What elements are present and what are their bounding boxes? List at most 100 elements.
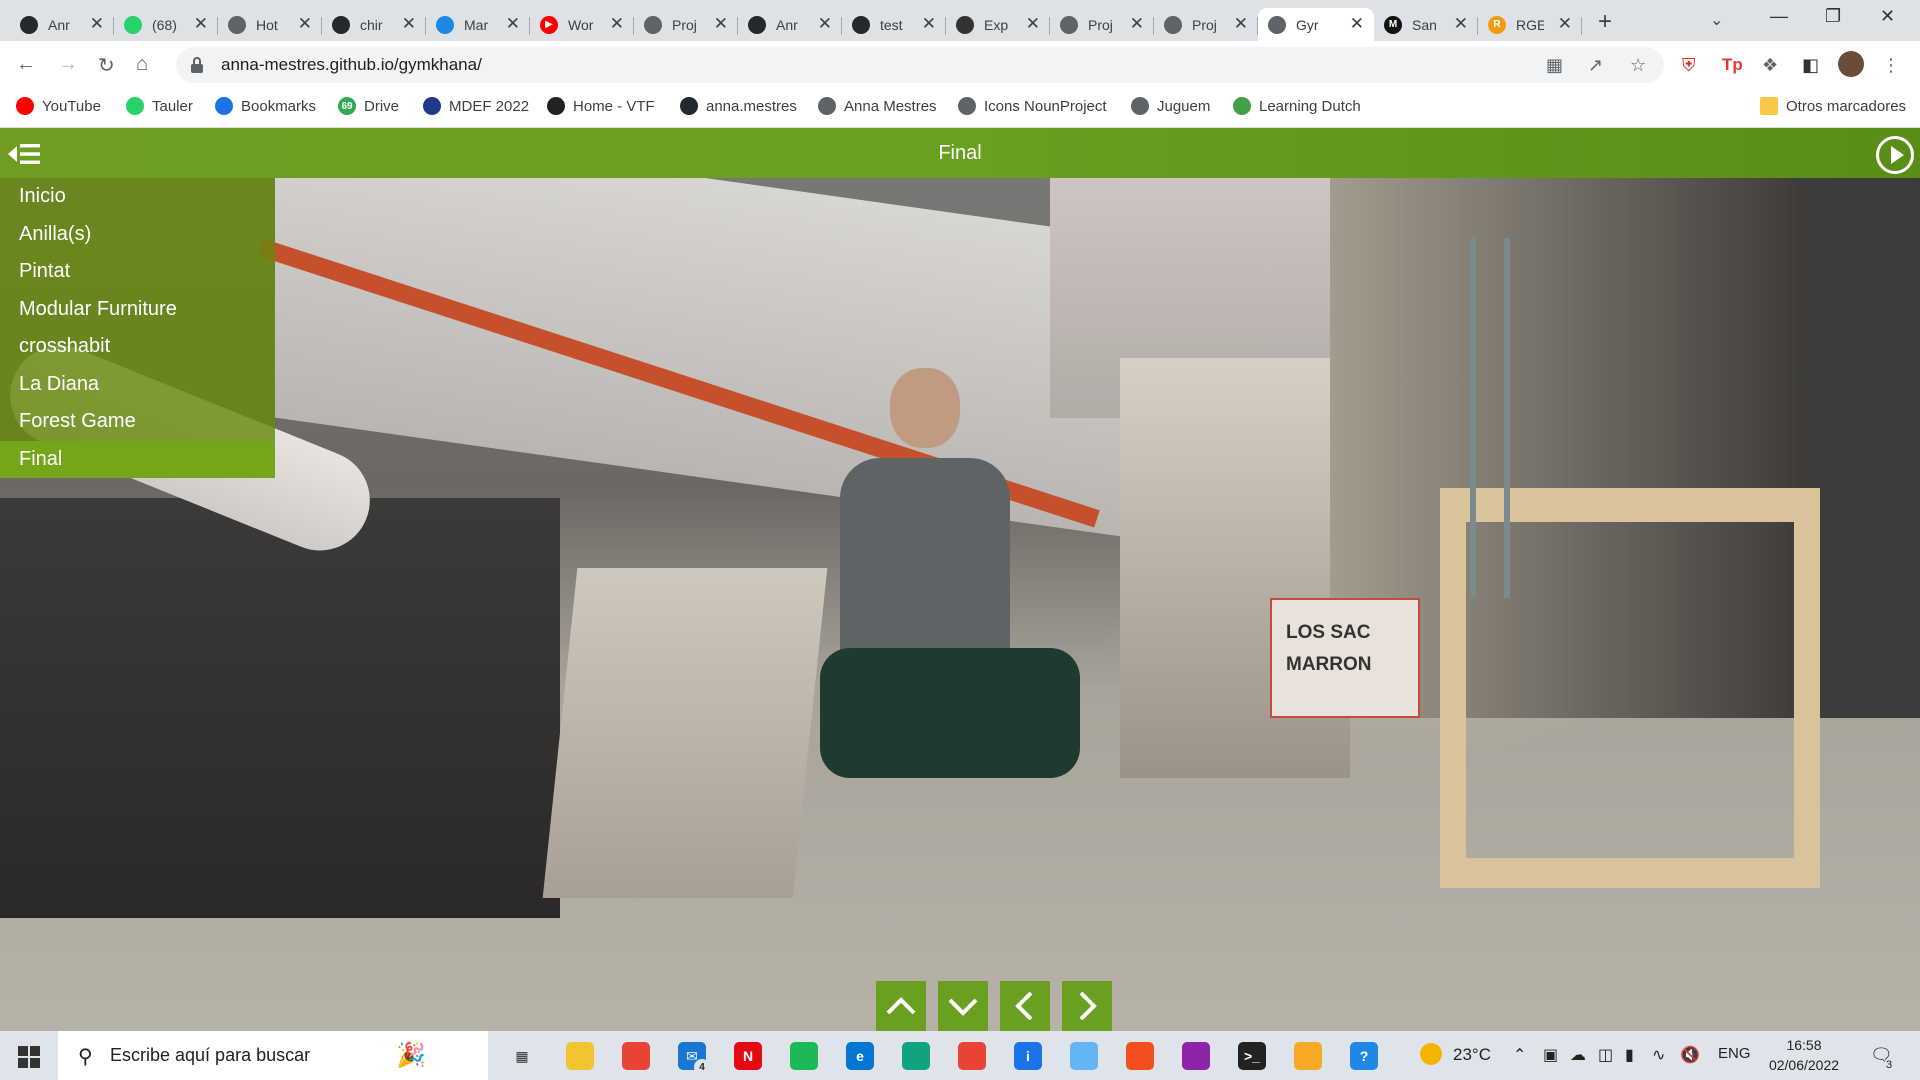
- chrome-menu-icon[interactable]: ⋮: [1882, 55, 1900, 76]
- close-tab-icon[interactable]: ✕: [402, 14, 416, 34]
- scene-list-item[interactable]: La Diana: [0, 366, 275, 404]
- clock[interactable]: 16:58 02/06/2022: [1762, 1035, 1846, 1075]
- figma-icon[interactable]: [1126, 1042, 1154, 1070]
- browser-tab[interactable]: Gyr ✕: [1258, 8, 1374, 41]
- new-tab-button[interactable]: +: [1598, 8, 1612, 36]
- extension-shield-icon[interactable]: ⛨: [1682, 55, 1696, 76]
- browser-tab[interactable]: (68) ✕: [114, 8, 218, 41]
- netflix-icon[interactable]: N: [734, 1042, 762, 1070]
- task-view-icon[interactable]: ▦: [508, 1042, 536, 1070]
- app-icon[interactable]: i: [1014, 1042, 1042, 1070]
- browser-tab[interactable]: Mar ✕: [426, 8, 530, 41]
- look-left-button[interactable]: [1000, 981, 1050, 1031]
- scene-list-item[interactable]: Pintat: [0, 253, 275, 291]
- autorotate-play-icon[interactable]: [1876, 136, 1914, 174]
- scene-list-item[interactable]: crosshabit: [0, 328, 275, 366]
- taskbar-search[interactable]: ⚲ Escribe aquí para buscar 🎉: [58, 1031, 488, 1080]
- url-text[interactable]: anna-mestres.github.io/gymkhana/: [221, 55, 482, 75]
- look-right-button[interactable]: [1062, 981, 1112, 1031]
- reload-icon[interactable]: ↻: [98, 53, 115, 78]
- browser-tab[interactable]: ▶ Wor ✕: [530, 8, 634, 41]
- minimize-window-icon[interactable]: —: [1770, 6, 1788, 27]
- device-icon[interactable]: ▣: [1543, 1045, 1558, 1065]
- scene-list-item[interactable]: Final: [0, 440, 275, 478]
- close-tab-icon[interactable]: ✕: [298, 14, 312, 34]
- edge-icon[interactable]: e: [846, 1042, 874, 1070]
- browser-tab[interactable]: test ✕: [842, 8, 946, 41]
- browser-tab[interactable]: Exp ✕: [946, 8, 1050, 41]
- restore-window-icon[interactable]: ❐: [1825, 6, 1841, 27]
- panorama-viewer[interactable]: LOS SAC MARRON: [0, 128, 1920, 1031]
- side-panel-icon[interactable]: ◧: [1802, 55, 1819, 76]
- share-icon[interactable]: ↗: [1588, 55, 1603, 76]
- extension-tp-icon[interactable]: Tp: [1722, 55, 1743, 75]
- other-bookmarks[interactable]: Otros marcadores: [1760, 97, 1906, 115]
- chrome-profile-icon[interactable]: [958, 1042, 986, 1070]
- close-tab-icon[interactable]: ✕: [506, 14, 520, 34]
- notes-icon[interactable]: [1070, 1042, 1098, 1070]
- look-down-button[interactable]: [938, 981, 988, 1031]
- spotify-icon[interactable]: [790, 1042, 818, 1070]
- bookmark-star-icon[interactable]: ☆: [1630, 55, 1646, 76]
- translate-icon[interactable]: ▦: [1546, 55, 1563, 76]
- close-tab-icon[interactable]: ✕: [1350, 14, 1364, 34]
- browser-tab[interactable]: Hot ✕: [218, 8, 322, 41]
- home-icon[interactable]: ⌂: [136, 53, 148, 76]
- browser-tab[interactable]: Proj ✕: [1050, 8, 1154, 41]
- profile-avatar[interactable]: [1838, 51, 1864, 77]
- browser-tab[interactable]: M San ✕: [1374, 8, 1478, 41]
- terminal-icon[interactable]: >_: [1238, 1042, 1266, 1070]
- bookmark-item[interactable]: 69 Drive: [338, 97, 399, 115]
- look-up-button[interactable]: [876, 981, 926, 1031]
- bookmark-item[interactable]: Tauler: [126, 97, 193, 115]
- forward-arrow-icon[interactable]: →: [58, 53, 78, 76]
- extensions-puzzle-icon[interactable]: ❖: [1762, 55, 1778, 76]
- winrar-icon[interactable]: [1182, 1042, 1210, 1070]
- bookmark-item[interactable]: anna.mestres: [680, 97, 797, 115]
- bookmark-item[interactable]: Anna Mestres: [818, 97, 937, 115]
- speaker-muted-icon[interactable]: 🔇: [1680, 1045, 1700, 1065]
- windows-start-icon[interactable]: [18, 1046, 40, 1068]
- browser-tab[interactable]: chir ✕: [322, 8, 426, 41]
- tray-chevron-icon[interactable]: ⌃: [1513, 1045, 1526, 1065]
- onedrive-icon[interactable]: ☁: [1570, 1045, 1586, 1065]
- wifi-icon[interactable]: ∿: [1652, 1045, 1665, 1065]
- bookmark-item[interactable]: Bookmarks: [215, 97, 316, 115]
- browser-tab[interactable]: Proj ✕: [634, 8, 738, 41]
- close-tab-icon[interactable]: ✕: [818, 14, 832, 34]
- help-icon[interactable]: ?: [1350, 1042, 1378, 1070]
- meet-icon[interactable]: ◫: [1598, 1045, 1613, 1065]
- close-tab-icon[interactable]: ✕: [922, 14, 936, 34]
- close-window-icon[interactable]: ✕: [1880, 6, 1895, 27]
- close-tab-icon[interactable]: ✕: [194, 14, 208, 34]
- chrome-icon[interactable]: [622, 1042, 650, 1070]
- browser-tab[interactable]: R RGE ✕: [1478, 8, 1582, 41]
- address-bar[interactable]: anna-mestres.github.io/gymkhana/ ▦ ↗ ☆: [176, 47, 1664, 83]
- back-arrow-icon[interactable]: ←: [16, 53, 36, 76]
- close-tab-icon[interactable]: ✕: [610, 14, 624, 34]
- browser-tab[interactable]: Anr ✕: [738, 8, 842, 41]
- scene-list-item[interactable]: Inicio: [0, 178, 275, 216]
- close-tab-icon[interactable]: ✕: [1130, 14, 1144, 34]
- files-icon[interactable]: [1294, 1042, 1322, 1070]
- bookmark-item[interactable]: YouTube: [16, 97, 101, 115]
- browser-tab[interactable]: Anr ✕: [10, 8, 114, 41]
- close-tab-icon[interactable]: ✕: [1234, 14, 1248, 34]
- lock-icon[interactable]: [190, 57, 204, 73]
- close-tab-icon[interactable]: ✕: [714, 14, 728, 34]
- bookmark-item[interactable]: Home - VTF: [547, 97, 655, 115]
- bookmark-item[interactable]: Icons NounProject: [958, 97, 1107, 115]
- battery-icon[interactable]: ▮: [1625, 1045, 1634, 1065]
- close-tab-icon[interactable]: ✕: [90, 14, 104, 34]
- close-tab-icon[interactable]: ✕: [1558, 14, 1572, 34]
- file-explorer-icon[interactable]: [566, 1042, 594, 1070]
- openai-icon[interactable]: [902, 1042, 930, 1070]
- weather-temperature[interactable]: 23°C: [1453, 1045, 1491, 1065]
- scene-list-toggle-icon[interactable]: [8, 141, 42, 167]
- language-indicator[interactable]: ENG: [1718, 1045, 1751, 1062]
- weather-sun-icon[interactable]: [1420, 1043, 1442, 1065]
- scene-list-item[interactable]: Anilla(s): [0, 216, 275, 254]
- tab-search-chevron-icon[interactable]: ⌄: [1710, 10, 1723, 30]
- close-tab-icon[interactable]: ✕: [1454, 14, 1468, 34]
- close-tab-icon[interactable]: ✕: [1026, 14, 1040, 34]
